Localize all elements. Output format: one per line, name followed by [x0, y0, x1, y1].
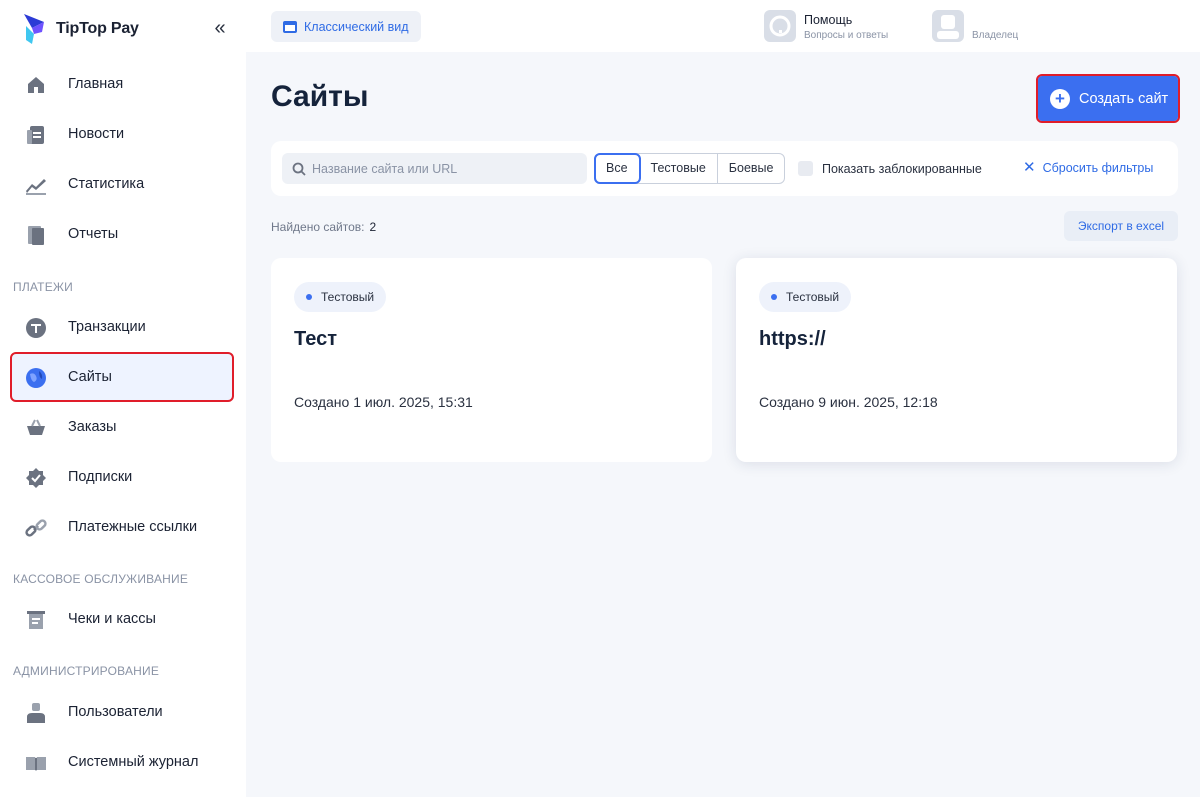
close-icon: ✕	[1023, 159, 1036, 176]
search-box[interactable]	[282, 153, 587, 184]
site-type-filter: Все Тестовые Боевые	[594, 153, 786, 184]
tiptop-logo-icon	[24, 14, 44, 44]
page-title: Сайты	[271, 80, 369, 113]
status-badge: Тестовый	[759, 282, 852, 312]
sidebar-item-label: Чеки и кассы	[68, 611, 156, 627]
status-badge: Тестовый	[294, 282, 387, 312]
create-site-label: Создать сайт	[1079, 90, 1169, 107]
sidebar-item-label: Платежные ссылки	[68, 519, 198, 535]
home-icon	[28, 77, 44, 93]
classic-view-button[interactable]: Классический вид	[271, 11, 421, 42]
sidebar-item-statistics[interactable]: Статистика	[12, 161, 232, 207]
reset-filters-label: Сбросить фильтры	[1042, 161, 1154, 175]
sidebar-item-reports[interactable]: Отчеты	[12, 211, 232, 257]
globe-icon	[26, 368, 46, 388]
found-label: Найдено сайтов:	[271, 220, 365, 234]
filter-bar: Все Тестовые Боевые Показать заблокирова…	[271, 141, 1178, 196]
section-cash-service: КАССОВОЕ ОБСЛУЖИВАНИЕ	[13, 572, 189, 586]
sidebar-item-label: Заказы	[68, 419, 117, 435]
reports-icon	[28, 226, 44, 245]
account-menu[interactable]: Владелец	[932, 10, 1018, 44]
site-name: Тест	[294, 328, 337, 350]
receipt-icon	[27, 611, 45, 629]
owner-label: Владелец	[972, 30, 1019, 41]
show-blocked-checkbox[interactable]: Показать заблокированные	[798, 161, 982, 176]
sidebar: TipTop Pay « Главная Новости Статистика …	[0, 0, 246, 797]
create-site-button[interactable]: + Создать сайт	[1036, 74, 1180, 123]
transactions-icon	[26, 318, 46, 338]
sidebar-item-label: Новости	[68, 126, 125, 142]
topbar: Классический вид Помощь Вопросы и ответы…	[246, 0, 1200, 52]
site-card[interactable]: Тестовый Тест Создано 1 июл. 2025, 15:31	[271, 258, 712, 462]
sidebar-item-label: Отчеты	[68, 226, 119, 242]
help-subtitle: Вопросы и ответы	[804, 30, 889, 41]
sidebar-item-label: Сайты	[68, 369, 112, 385]
classic-view-label: Классический вид	[304, 19, 409, 34]
sidebar-item-label: Системный журнал	[68, 754, 199, 770]
window-icon	[283, 20, 297, 33]
help-title: Помощь	[804, 13, 853, 27]
filter-all[interactable]: Все	[594, 153, 641, 184]
sidebar-item-sites[interactable]: Сайты	[10, 352, 234, 402]
search-input[interactable]	[312, 161, 572, 176]
found-value: 2	[369, 220, 377, 234]
reset-filters-button[interactable]: ✕ Сбросить фильтры	[1023, 159, 1154, 176]
show-blocked-label: Показать заблокированные	[822, 161, 982, 176]
found-count: Найдено сайтов: 2	[271, 220, 376, 234]
section-payments: ПЛАТЕЖИ	[13, 280, 74, 294]
sidebar-item-subscriptions[interactable]: Подписки	[12, 454, 232, 500]
filter-test[interactable]: Тестовые	[640, 154, 718, 183]
site-name: https://	[759, 328, 826, 350]
section-admin: АДМИНИСТРИРОВАНИЕ	[13, 664, 160, 678]
sidebar-item-receipts[interactable]: Чеки и кассы	[12, 596, 232, 642]
avatar	[932, 10, 964, 42]
sidebar-item-label: Транзакции	[68, 319, 146, 335]
link-icon	[25, 519, 47, 537]
sidebar-item-label: Подписки	[68, 469, 133, 485]
book-icon	[26, 757, 46, 771]
sidebar-item-label: Пользователи	[68, 704, 163, 720]
sidebar-item-orders[interactable]: Заказы	[12, 404, 232, 450]
subscription-icon	[26, 468, 46, 488]
sidebar-item-system-log[interactable]: Системный журнал	[12, 739, 232, 785]
checkbox-box[interactable]	[798, 161, 813, 176]
basket-icon	[27, 419, 45, 435]
chart-icon	[26, 179, 46, 195]
sidebar-item-news[interactable]: Новости	[12, 111, 232, 157]
export-excel-button[interactable]: Экспорт в excel	[1064, 211, 1178, 241]
plus-icon: +	[1050, 88, 1070, 109]
sidebar-item-transactions[interactable]: Транзакции	[12, 304, 232, 350]
sidebar-item-label: Главная	[68, 76, 124, 92]
sidebar-item-payment-links[interactable]: Платежные ссылки	[12, 504, 232, 550]
user-icon	[27, 703, 45, 723]
collapse-sidebar-button[interactable]: «	[208, 16, 232, 40]
help-menu[interactable]: Помощь Вопросы и ответы	[764, 10, 888, 44]
site-created-date: Создано 9 июн. 2025, 12:18	[759, 394, 938, 410]
site-card[interactable]: Тестовый https:// Создано 9 июн. 2025, 1…	[736, 258, 1177, 462]
news-icon	[27, 126, 44, 144]
sidebar-item-label: Статистика	[68, 176, 145, 192]
sidebar-item-users[interactable]: Пользователи	[12, 689, 232, 735]
site-created-date: Создано 1 июл. 2025, 15:31	[294, 394, 473, 410]
sidebar-item-home[interactable]: Главная	[12, 61, 232, 107]
search-icon	[292, 162, 306, 176]
help-icon	[764, 10, 796, 42]
filter-live[interactable]: Боевые	[718, 154, 785, 183]
brand[interactable]: TipTop Pay	[22, 12, 139, 46]
brand-name: TipTop Pay	[56, 20, 139, 37]
